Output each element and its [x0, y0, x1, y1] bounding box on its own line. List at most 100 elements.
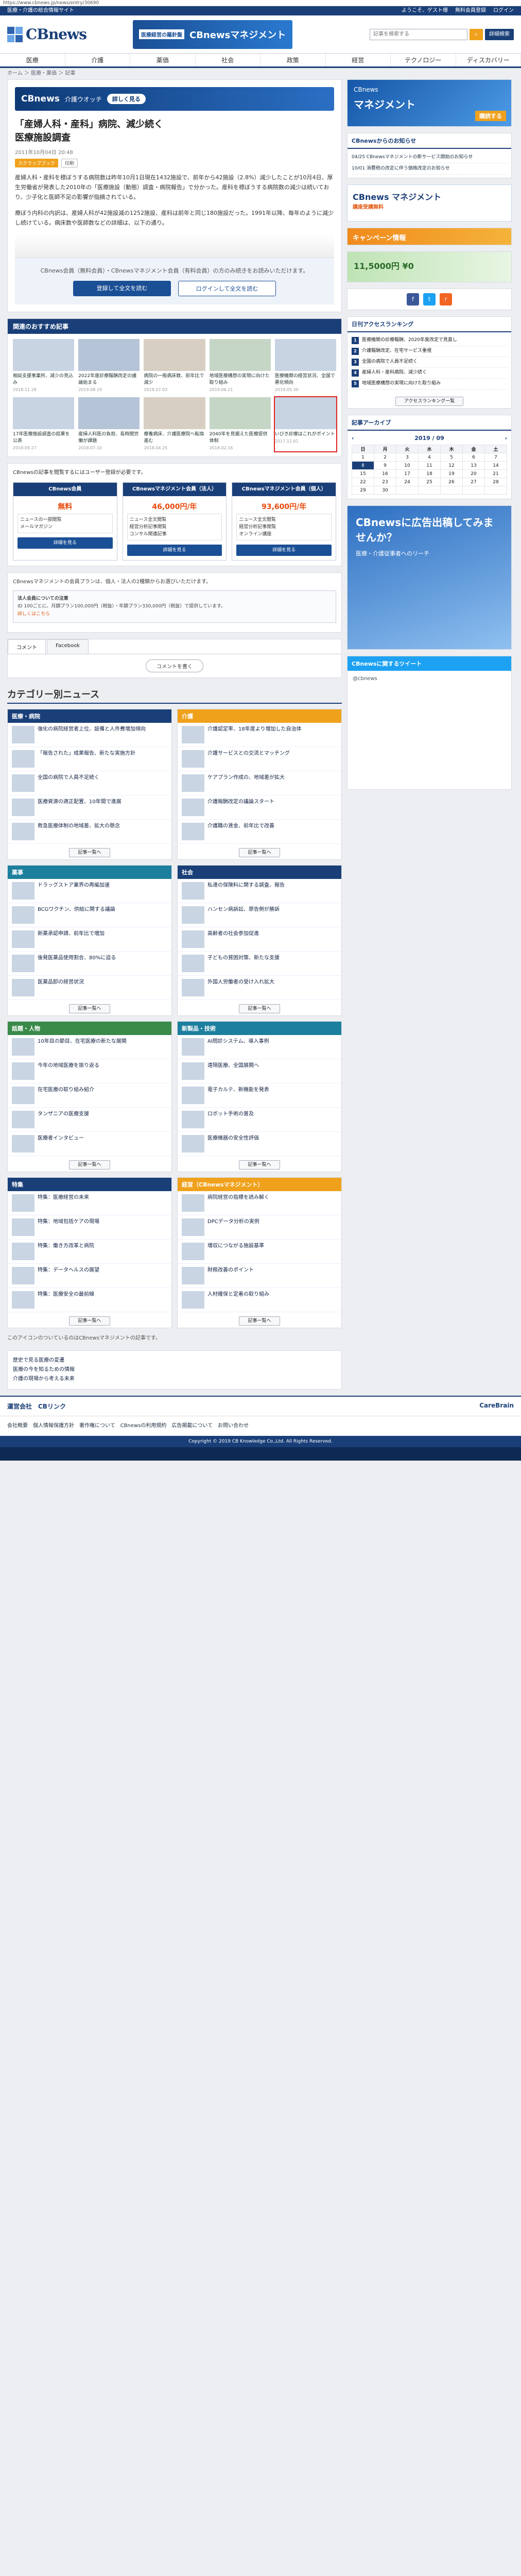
calendar-day[interactable]: 6 — [462, 453, 485, 462]
category-more-button[interactable]: 記事一覧へ — [69, 1160, 110, 1170]
plan-detail-button[interactable]: 詳細を見る — [236, 545, 332, 556]
category-item[interactable]: 全国の病院で人員不足続く — [8, 771, 171, 795]
category-item[interactable]: 「報告された」成果報告、新たな実施方針 — [8, 747, 171, 771]
site-logo[interactable]: CBnews — [7, 26, 87, 43]
category-item[interactable]: 特集：地域包括ケアの現場 — [8, 1215, 171, 1240]
category-item[interactable]: 病院経営の指標を読み解く — [178, 1191, 341, 1215]
search-button[interactable]: ⌕ — [470, 28, 483, 40]
calendar-day[interactable]: 15 — [352, 469, 374, 478]
twitter-body[interactable]: @cbnews — [348, 671, 511, 687]
calendar-day[interactable]: 9 — [374, 461, 396, 470]
search-input[interactable] — [370, 28, 467, 40]
nav-item-discovery[interactable]: ディスカバリー — [456, 54, 521, 66]
category-item[interactable]: DPCデータ分析の実例 — [178, 1215, 341, 1240]
sidebar-ad-management[interactable]: CBnews マネジメント 購読する — [347, 79, 512, 127]
category-item[interactable]: 特集：データヘルスの展望 — [8, 1264, 171, 1288]
recommended-item[interactable]: 療養病床、介護医療院へ転換進む 2018.04.25 — [144, 397, 205, 451]
calendar-day[interactable]: 14 — [484, 461, 507, 470]
top-ad-banner[interactable]: CBnews 介護ウオッチ 詳しく見る — [15, 87, 334, 111]
twitter-icon[interactable]: t — [423, 293, 436, 306]
category-item[interactable]: 今年の地域医療を振り返る — [8, 1059, 171, 1083]
category-item[interactable]: 子どもの貧困対策、新たな支援 — [178, 952, 341, 976]
sidebar-campaign-bar[interactable]: キャンペーン情報 — [347, 228, 512, 245]
ranking-item[interactable]: 3 全国の病院で人員不足続く — [352, 357, 507, 368]
ranking-item[interactable]: 2 介護報酬改定、在宅サービス重視 — [352, 346, 507, 357]
calendar-day[interactable]: 13 — [462, 461, 485, 470]
nav-item-management[interactable]: 経営 — [326, 54, 391, 66]
category-item[interactable]: 救急医療体制の地域差、拡大の懸念 — [8, 820, 171, 844]
category-item[interactable]: ケアプラン作成の、地域差が拡大 — [178, 771, 341, 795]
calendar-day[interactable]: 24 — [396, 478, 419, 486]
facebook-icon[interactable]: f — [407, 293, 419, 306]
management-banner[interactable]: 医療経営の羅針盤 CBnewsマネジメント — [133, 20, 292, 49]
category-item[interactable]: ロボット手術の普及 — [178, 1108, 341, 1132]
ranking-item[interactable]: 4 産婦人科・産科病院、減少続く — [352, 368, 507, 379]
category-item[interactable]: 増収につながる施設基準 — [178, 1240, 341, 1264]
login-read-button[interactable]: ログインして全文を読む — [178, 281, 276, 296]
login-link[interactable]: ログイン — [493, 6, 514, 15]
calendar-day[interactable]: 4 — [418, 453, 441, 462]
nav-item-society[interactable]: 社会 — [196, 54, 260, 66]
category-item[interactable]: 医薬品卸の経営状況 — [8, 976, 171, 1000]
calendar-day[interactable]: 26 — [440, 478, 463, 486]
bottom-link[interactable]: 歴史で見る医療の変遷 — [13, 1356, 336, 1365]
category-item[interactable]: 介護職の賃金、前年比で改善 — [178, 820, 341, 844]
category-item[interactable]: 特集：医療経営の未来 — [8, 1191, 171, 1215]
calendar-day[interactable]: 11 — [418, 461, 441, 470]
ad-pill-button[interactable]: 詳しく見る — [107, 94, 146, 104]
calendar-day[interactable]: 27 — [462, 478, 485, 486]
category-item[interactable]: 私達の保険料に関する調査、報告 — [178, 879, 341, 903]
category-item[interactable]: 在宅医療の取り組み紹介 — [8, 1083, 171, 1108]
category-item[interactable]: 医療者インタビュー — [8, 1132, 171, 1156]
tab-facebook[interactable]: Facebook — [47, 639, 89, 654]
category-item[interactable]: 医療機器の安全性評価 — [178, 1132, 341, 1156]
category-more-button[interactable]: 記事一覧へ — [239, 1004, 280, 1013]
nav-item-medical[interactable]: 医療 — [0, 54, 65, 66]
category-item[interactable]: 介護サービスとの交流とマッチング — [178, 747, 341, 771]
category-item[interactable]: ハンセン病訴訟、原告側が勝訴 — [178, 903, 341, 927]
calendar-day[interactable]: 22 — [352, 478, 374, 486]
calendar-day[interactable]: 5 — [440, 453, 463, 462]
category-item[interactable]: 外国人労働者の受け入れ拡大 — [178, 976, 341, 1000]
category-item[interactable]: ドラッグストア業界の再編加速 — [8, 879, 171, 903]
category-more-button[interactable]: 記事一覧へ — [69, 848, 110, 857]
register-link[interactable]: 無料会員登録 — [455, 6, 486, 15]
category-more-button[interactable]: 記事一覧へ — [239, 1160, 280, 1170]
ranking-item[interactable]: 1 医療機関の診療報酬、2020年度改定で見直し — [352, 335, 507, 346]
next-month-icon[interactable]: › — [505, 435, 507, 442]
group-info-link[interactable]: 詳しくはこちら — [18, 612, 50, 617]
category-item[interactable]: 人材確保と定着の取り組み — [178, 1288, 341, 1312]
calendar-day[interactable]: 19 — [440, 469, 463, 478]
calendar-day[interactable]: 20 — [462, 469, 485, 478]
calendar-day[interactable]: 2 — [374, 453, 396, 462]
tab-comment[interactable]: コメント — [8, 639, 46, 654]
calendar-day[interactable]: 29 — [352, 486, 374, 495]
category-more-button[interactable]: 記事一覧へ — [239, 848, 280, 857]
breadcrumb[interactable]: ホーム ＞ 医療・薬価 ＞ 記事 — [0, 68, 521, 79]
category-more-button[interactable]: 記事一覧へ — [239, 1316, 280, 1326]
recommended-item[interactable]: 17年医療施設調査の結果を公表 2018.09.27 — [13, 397, 75, 451]
nav-item-technology[interactable]: テクノロジー — [391, 54, 456, 66]
recommended-item[interactable]: 産婦人科医の負担、長時間労働が課題 2018.07.10 — [78, 397, 140, 451]
calendar-day[interactable]: 12 — [440, 461, 463, 470]
bottom-link[interactable]: 医療の今を知るための情報 — [13, 1365, 336, 1375]
calendar-day[interactable]: 23 — [374, 478, 396, 486]
category-item[interactable]: 特集：働き方改革と病院 — [8, 1240, 171, 1264]
sidebar-news-item[interactable]: 10/01 消費税の改定に伴う価格改定のお知らせ — [352, 163, 507, 175]
rss-icon[interactable]: r — [440, 293, 452, 306]
category-item[interactable]: 介護報酬改定の議論スタート — [178, 795, 341, 820]
recommended-item[interactable]: いびき診療はこれがポイント 2017.12.01 — [273, 396, 337, 452]
scrapbook-button[interactable]: スクラップブック — [15, 159, 59, 167]
calendar-day[interactable]: 18 — [418, 469, 441, 478]
ranking-more-button[interactable]: アクセスランキング一覧 — [395, 397, 464, 406]
category-item[interactable]: 新薬承認申請、前年比で増加 — [8, 927, 171, 952]
recommended-item[interactable]: 2040年を見据えた医療提供体制 2018.02.16 — [209, 397, 271, 451]
sidebar-ad-course[interactable]: CBnews マネジメント 講座受講無料 — [347, 184, 512, 222]
category-item[interactable]: 医療資源の適正配置、10年間で進展 — [8, 795, 171, 820]
sidebar-news-item[interactable]: 04/25 CBnewsマネジメントの新サービス開始のお知らせ — [352, 152, 507, 163]
calendar-day[interactable]: 17 — [396, 469, 419, 478]
calendar-day[interactable]: 1 — [352, 453, 374, 462]
category-item[interactable]: 財務改善のポイント — [178, 1264, 341, 1288]
recommended-item[interactable]: 病院の一般病床数、前年比で減少 2019.07.03 — [144, 339, 205, 393]
recommended-item[interactable]: 相談支援事業所、減少の見込み 2018.11.28 — [13, 339, 75, 393]
